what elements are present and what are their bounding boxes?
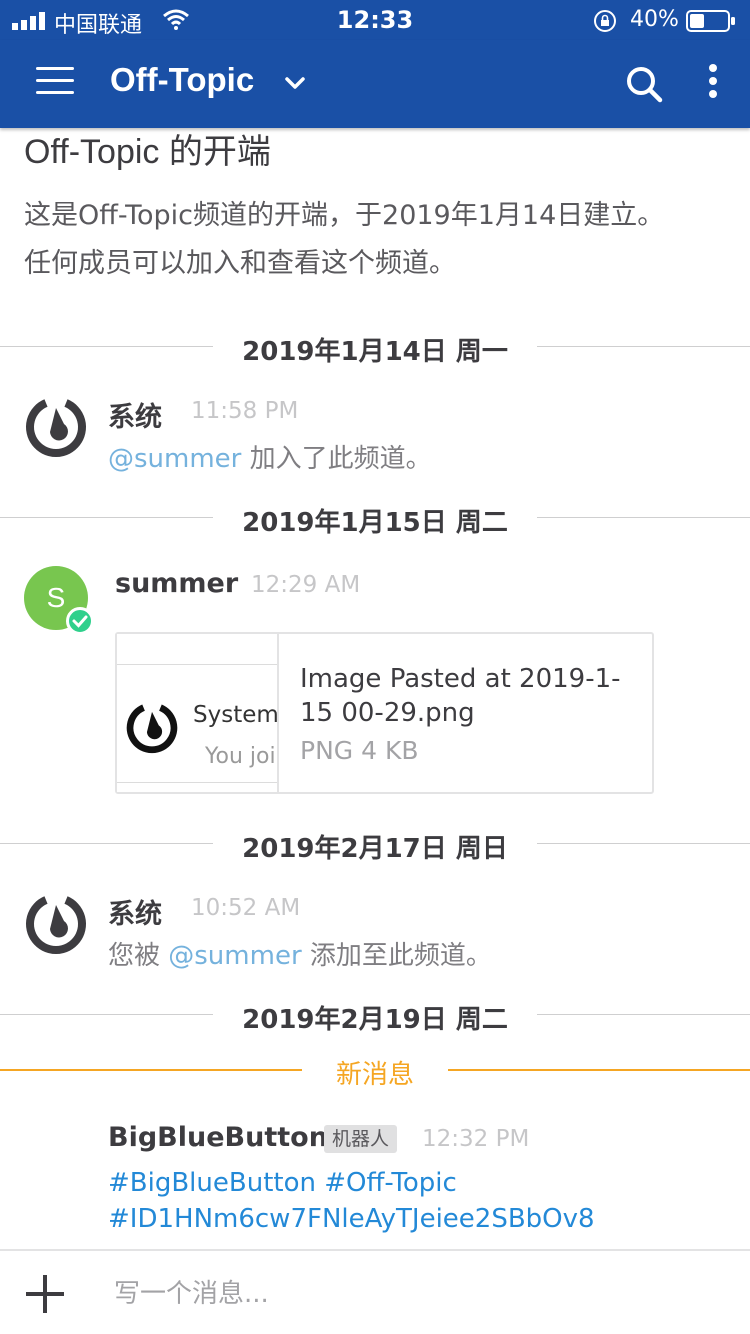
system-logo-icon bbox=[26, 896, 86, 954]
battery-icon bbox=[686, 10, 735, 32]
post-time: 12:29 AM bbox=[251, 572, 361, 598]
hashtag-link[interactable]: #BigBlueButton #Off-Topic bbox=[108, 1165, 595, 1201]
date-separator-label: 2019年1月14日 周一 bbox=[242, 337, 508, 367]
new-messages-divider: 新消息 bbox=[0, 1050, 750, 1090]
post-message: #BigBlueButton #Off-Topic #ID1HNm6cw7FNl… bbox=[108, 1165, 595, 1237]
file-attachment[interactable]: System You joi Image Pasted at 2019-1-15… bbox=[115, 632, 654, 794]
user-mention[interactable]: @summer bbox=[108, 444, 241, 474]
post-author[interactable]: BigBlueButton bbox=[108, 1122, 328, 1153]
post-time: 12:32 PM bbox=[422, 1126, 530, 1152]
date-separator: 2019年2月19日 周二 bbox=[0, 995, 750, 1035]
hashtag-link[interactable]: #ID1HNm6cw7FNleAyTJeiee2SBbOv8 bbox=[108, 1201, 595, 1237]
user-mention[interactable]: @summer bbox=[168, 941, 301, 971]
attachment-thumbnail[interactable]: System You joi bbox=[117, 634, 279, 792]
date-separator: 2019年2月17日 周日 bbox=[0, 824, 750, 864]
date-separator: 2019年1月15日 周二 bbox=[0, 498, 750, 538]
status-bar: 中国联通 12:33 40% bbox=[0, 0, 750, 40]
channel-intro-line: 任何成员可以加入和查看这个频道。 bbox=[24, 248, 456, 279]
channel-intro-text: 这是Off-Topic频道的开端，于2019年1月14日建立。 任何成员可以加入… bbox=[24, 192, 734, 288]
post-time: 10:52 AM bbox=[191, 895, 301, 921]
search-icon[interactable] bbox=[624, 64, 664, 104]
attachment-file-meta: PNG 4 KB bbox=[300, 736, 419, 765]
hamburger-menu-icon[interactable] bbox=[36, 67, 74, 97]
channel-intro-title: Off-Topic 的开端 bbox=[24, 133, 271, 171]
rotation-lock-icon bbox=[594, 10, 616, 32]
message-input[interactable] bbox=[104, 1267, 724, 1321]
date-separator-label: 2019年1月15日 周二 bbox=[242, 508, 508, 538]
online-status-icon bbox=[66, 607, 94, 635]
post-author[interactable]: 系统 bbox=[108, 892, 162, 931]
plus-icon[interactable] bbox=[26, 1275, 64, 1313]
channel-title[interactable]: Off-Topic bbox=[110, 61, 254, 99]
post-message: 您被 @summer 添加至此频道。 bbox=[108, 941, 492, 971]
new-messages-label: 新消息 bbox=[335, 1060, 414, 1090]
more-options-icon[interactable] bbox=[705, 64, 721, 104]
channel-header: Off-Topic bbox=[0, 40, 750, 128]
post-message: @summer 加入了此频道。 bbox=[108, 444, 432, 474]
channel-intro-line: 这是Off-Topic频道的开端，于2019年1月14日建立。 bbox=[24, 200, 665, 231]
message-composer bbox=[0, 1249, 750, 1334]
battery-percent: 40% bbox=[630, 7, 679, 32]
chevron-down-icon[interactable] bbox=[284, 72, 306, 94]
date-separator-label: 2019年2月17日 周日 bbox=[242, 834, 508, 864]
bot-badge: 机器人 bbox=[324, 1125, 398, 1153]
system-logo-icon bbox=[26, 399, 86, 457]
post-time: 11:58 PM bbox=[191, 398, 299, 424]
date-separator: 2019年1月14日 周一 bbox=[0, 327, 750, 367]
thumbnail-text: System bbox=[193, 702, 279, 728]
post-author[interactable]: 系统 bbox=[108, 395, 162, 434]
attachment-file-name[interactable]: Image Pasted at 2019-1-15 00-29.png bbox=[300, 662, 640, 730]
post-author[interactable]: summer bbox=[115, 568, 238, 599]
thumbnail-subtext: You joi bbox=[205, 744, 276, 769]
system-logo-icon bbox=[126, 704, 178, 754]
date-separator-label: 2019年2月19日 周二 bbox=[242, 1005, 508, 1035]
